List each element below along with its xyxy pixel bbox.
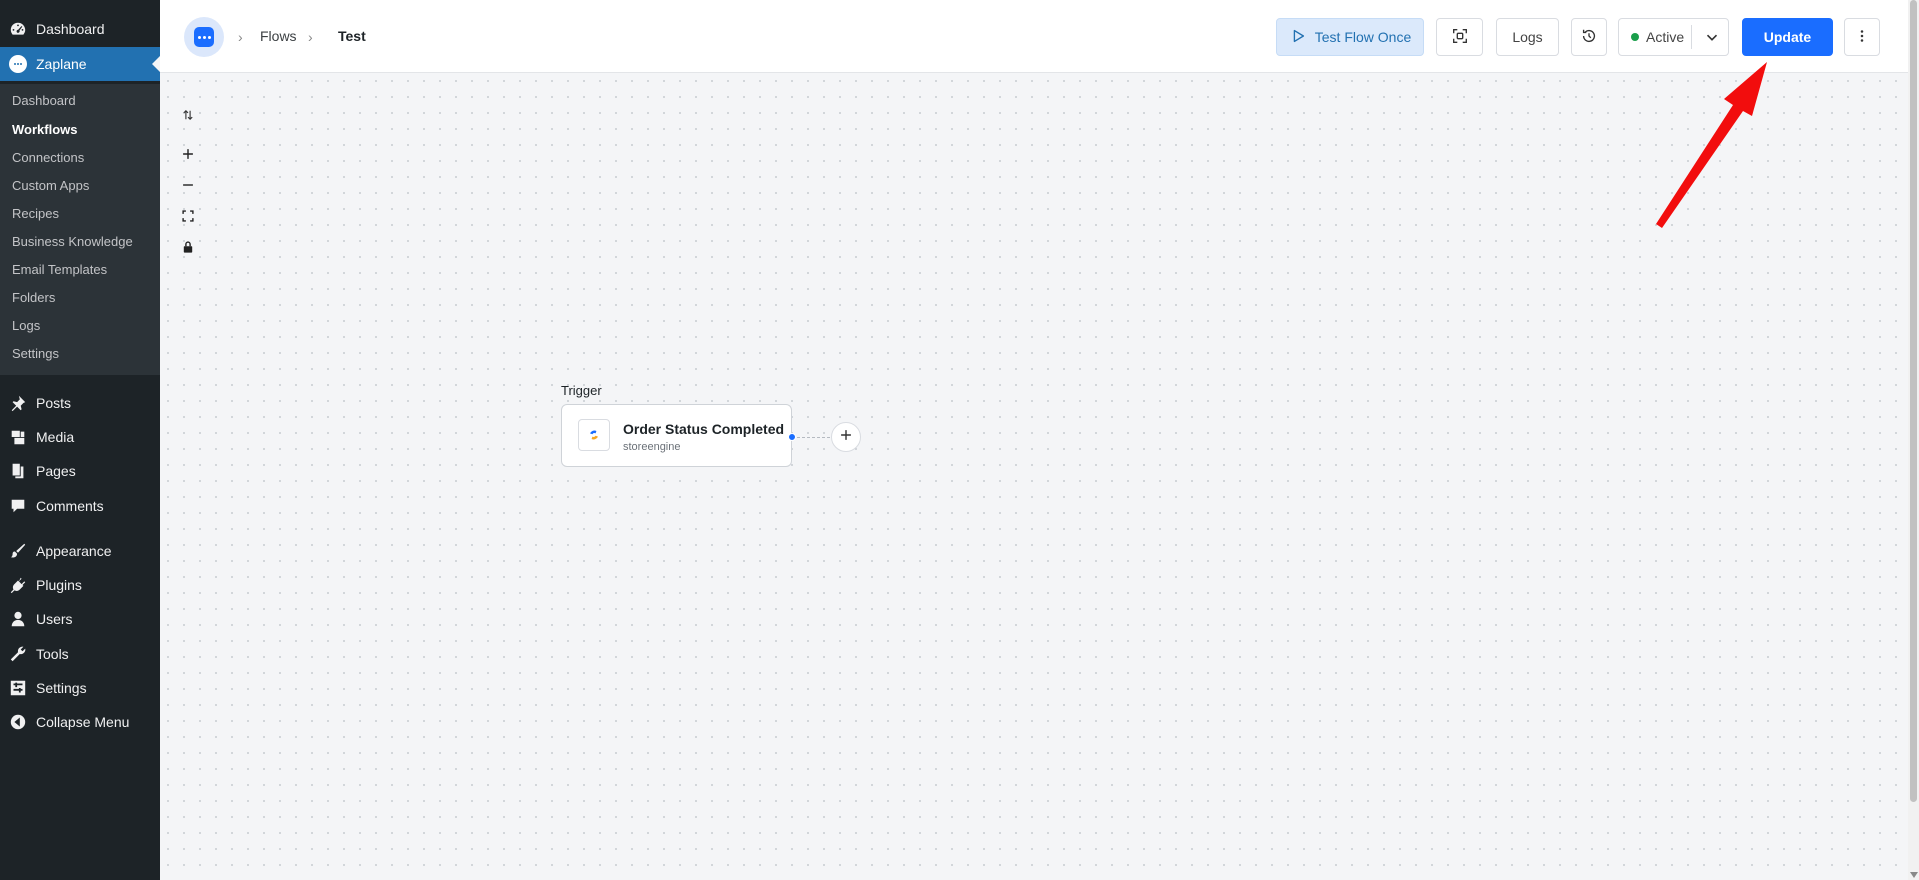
submenu-email-templates[interactable]: Email Templates [12,262,107,277]
node-edge [797,437,830,438]
menu-settings-label: Settings [36,680,87,696]
media-icon [0,428,36,446]
menu-pages-label: Pages [36,463,76,479]
zaplane-icon [0,55,36,73]
plus-icon [181,147,195,166]
menu-settings[interactable]: Settings [0,671,160,705]
flow-header: › Flows › Test Test Flow Once Logs Activ… [160,0,1908,73]
menu-zaplane-label: Zaplane [36,56,87,72]
chevron-down-icon[interactable] [1703,28,1721,49]
lock-control[interactable] [178,239,198,259]
menu-tools-label: Tools [36,646,69,662]
menu-tools[interactable]: Tools [0,637,160,671]
collapse-icon [0,713,36,731]
breadcrumb-current: Test [338,28,366,44]
scrollbar-thumb[interactable] [1910,0,1917,802]
submenu-workflows[interactable]: Workflows [12,122,78,137]
history-button[interactable] [1571,18,1607,56]
play-icon [1289,27,1307,48]
menu-dashboard-label: Dashboard [36,21,105,37]
history-icon [1580,27,1598,48]
menu-posts-label: Posts [36,395,72,411]
submenu-settings[interactable]: Settings [12,346,59,361]
flow-canvas[interactable]: Trigger Order Status Completed storeengi… [160,73,1908,880]
swap-direction-control[interactable] [178,107,198,127]
collapse-menu-button[interactable]: Collapse Menu [0,705,160,739]
menu-media[interactable]: Media [0,420,160,454]
annotation-arrow [1656,62,1767,228]
test-flow-label: Test Flow Once [1314,29,1412,45]
scroll-down-icon[interactable] [1910,872,1918,878]
menu-zaplane[interactable]: Zaplane [0,47,160,81]
status-dot-icon [1631,33,1639,41]
submenu-connections[interactable]: Connections [12,150,84,165]
zoom-out-control[interactable] [178,177,198,197]
menu-posts[interactable]: Posts [0,386,160,420]
plus-icon [839,428,853,447]
node-output-handle[interactable] [788,433,796,441]
status-label: Active [1646,29,1685,45]
breadcrumb-flows[interactable]: Flows [260,28,297,44]
menu-plugins[interactable]: Plugins [0,568,160,602]
update-label: Update [1763,29,1812,45]
submenu-recipes[interactable]: Recipes [12,206,59,221]
pages-icon [0,462,36,480]
zaplane-submenu: Dashboard Workflows Connections Custom A… [0,84,160,375]
menu-users[interactable]: Users [0,602,160,636]
logs-button[interactable]: Logs [1496,18,1559,56]
settings-sliders-icon [0,679,36,697]
menu-pages[interactable]: Pages [0,454,160,488]
chevron-right-icon: › [238,29,243,45]
admin-sidebar: Dashboard Zaplane Dashboard Workflows Co… [0,0,160,880]
test-flow-once-button[interactable]: Test Flow Once [1276,18,1424,56]
node-title: Order Status Completed [623,421,785,437]
more-options-button[interactable] [1844,18,1880,56]
lock-icon [181,240,195,259]
chevron-right-icon: › [308,29,313,45]
collapse-menu-label: Collapse Menu [36,714,130,730]
swap-vertical-icon [181,108,195,127]
screenshot-button[interactable] [1436,18,1483,56]
more-vertical-icon [1853,27,1871,48]
user-icon [0,610,36,628]
submenu-custom-apps[interactable]: Custom Apps [12,178,89,193]
plugin-icon [0,576,36,594]
submenu-folders[interactable]: Folders [12,290,55,305]
zoom-in-control[interactable] [178,146,198,166]
menu-media-label: Media [36,429,75,445]
submenu-logs[interactable]: Logs [12,318,40,333]
submenu-business-knowledge[interactable]: Business Knowledge [12,234,133,249]
paintbrush-icon [0,542,36,560]
fit-view-control[interactable] [178,208,198,228]
fullscreen-icon [181,209,195,228]
logs-label: Logs [1512,29,1543,45]
zaplane-logo[interactable] [184,17,224,57]
trigger-node[interactable]: Order Status Completed storeengine [561,404,792,467]
menu-appearance[interactable]: Appearance [0,534,160,568]
scan-icon [1451,27,1469,48]
menu-appearance-label: Appearance [36,543,112,559]
trigger-label: Trigger [561,383,602,398]
divider [1691,25,1692,49]
add-step-button[interactable] [831,422,861,452]
menu-comments-label: Comments [36,498,104,514]
node-app-name: storeengine [623,441,681,453]
wrench-icon [0,645,36,663]
storeengine-icon [578,419,610,451]
submenu-dashboard[interactable]: Dashboard [12,93,76,108]
comment-icon [0,497,36,515]
menu-plugins-label: Plugins [36,577,82,593]
vertical-scrollbar[interactable] [1908,0,1919,880]
menu-dashboard[interactable]: Dashboard [0,12,160,46]
minus-icon [181,178,195,197]
menu-comments[interactable]: Comments [0,489,160,523]
menu-users-label: Users [36,611,73,627]
pin-icon [0,394,36,412]
dashboard-icon [0,20,36,38]
